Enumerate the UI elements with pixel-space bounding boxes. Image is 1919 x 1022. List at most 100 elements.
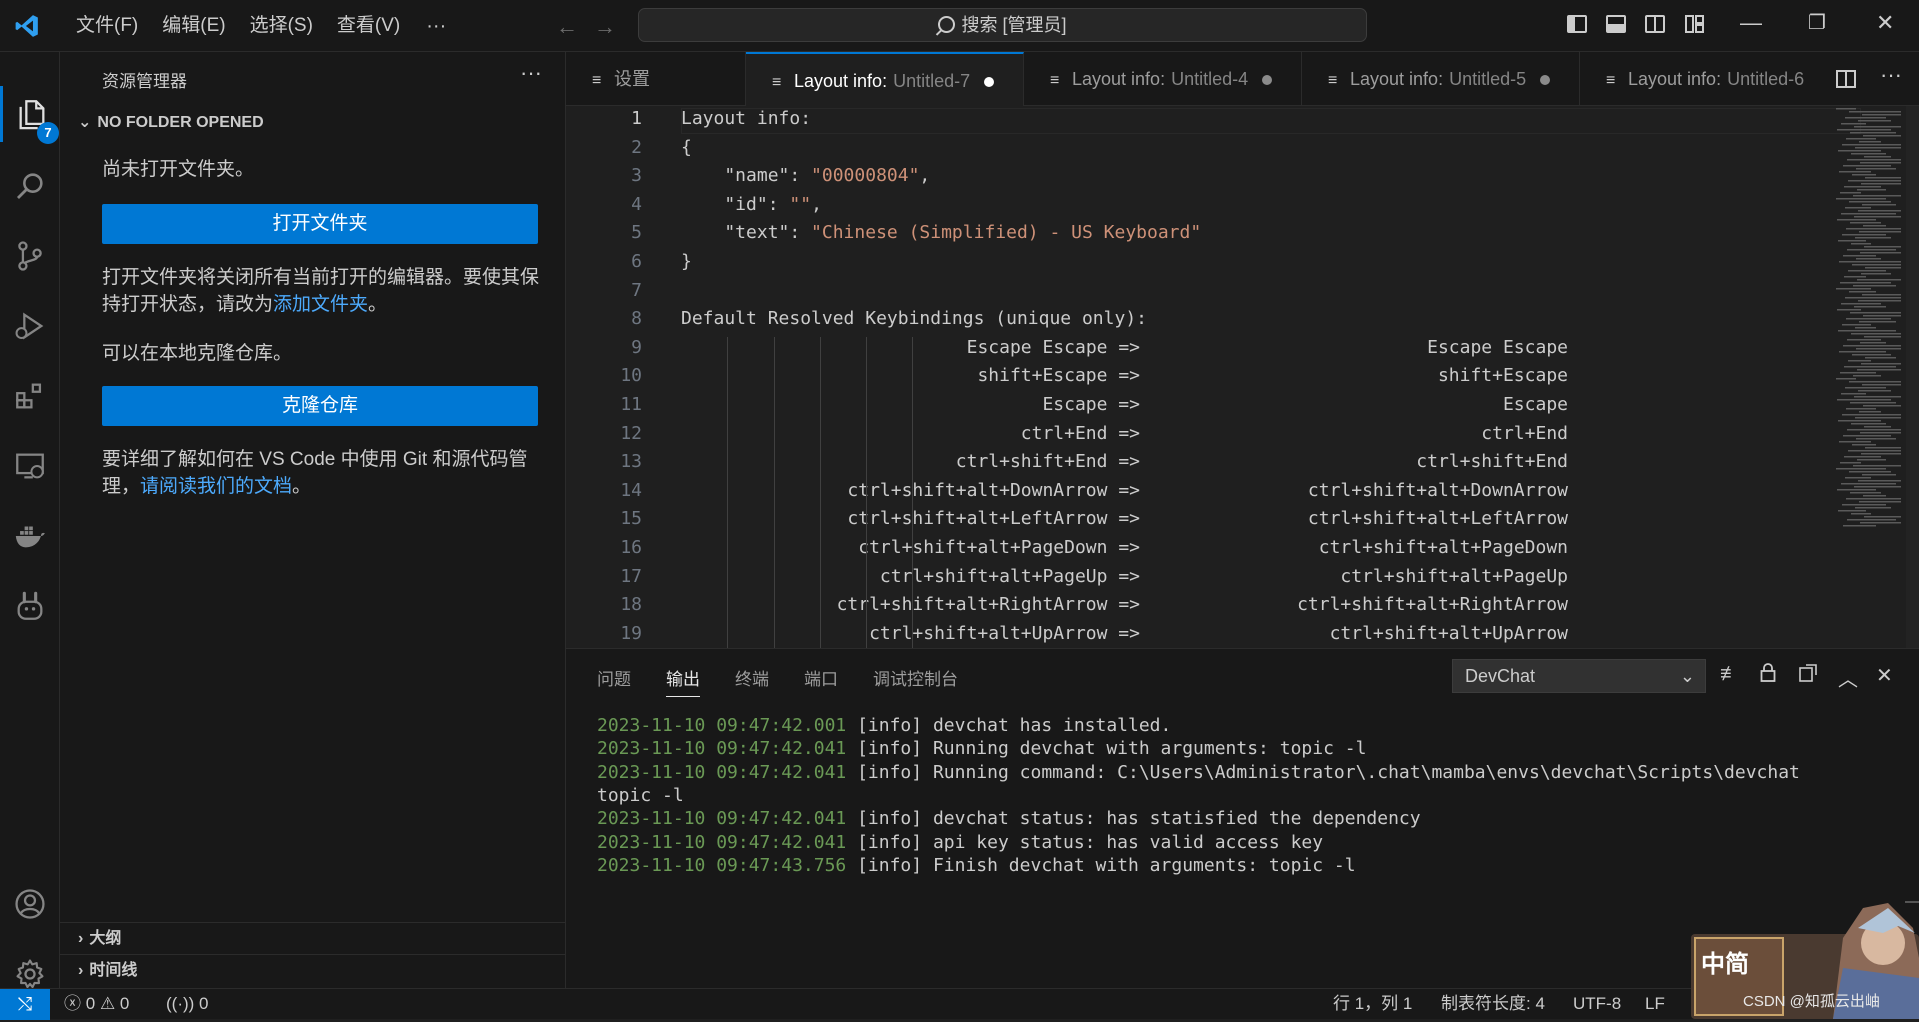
settings-file-icon: ≡ [592, 72, 602, 89]
keybinding-resolved: ctrl+shift+alt+PageUp [1340, 565, 1568, 587]
menu-edit[interactable]: 编辑(E) [150, 0, 237, 52]
log-message: [info] Finish devchat with arguments: to… [846, 854, 1356, 876]
menu-file[interactable]: 文件(F) [64, 0, 150, 52]
editor-tab-bar: ≡ 设置 ≡ Layout info: Untitled-7 ≡ Layout info… [566, 52, 1919, 106]
more-actions-icon[interactable]: ··· [1880, 62, 1902, 88]
line-number: 13 [620, 451, 642, 473]
tab-ports[interactable]: 端口 [804, 665, 838, 690]
warning-icon: ⚠ [99, 994, 116, 1013]
editor-scrollbar[interactable] [1906, 106, 1919, 648]
read-docs-link[interactable]: 请阅读我们的文档 [140, 476, 292, 497]
keybinding-source: ctrl+shift+alt+PageDown => [858, 537, 1140, 558]
toggle-panel-icon[interactable] [1606, 15, 1626, 33]
unsaved-dot-icon[interactable] [1540, 75, 1551, 85]
timeline-label: 时间线 [89, 962, 138, 979]
lock-icon[interactable] [1760, 663, 1776, 689]
arrow-left-icon[interactable]: ← [556, 14, 578, 40]
search-view-icon[interactable] [0, 158, 60, 214]
tab-terminal[interactable]: 终端 [735, 665, 769, 690]
more-actions-icon[interactable]: ··· [520, 60, 542, 86]
clear-output-icon[interactable]: ≢ [1720, 663, 1740, 686]
timeline-section-header[interactable]: › 时间线 [60, 954, 566, 986]
cursor-position[interactable]: 行 1，列 1 [1333, 989, 1412, 1019]
maximize-panel-icon[interactable]: ︿ [1838, 663, 1858, 692]
unsaved-dot-icon[interactable] [984, 77, 995, 87]
ime-mode-label[interactable]: 中简 [1701, 944, 1749, 979]
log-message: [info] devchat status: has statisfied th… [846, 808, 1421, 830]
tab-untitled-6[interactable]: ≡ Layout info: Untitled-6 [1580, 52, 1820, 106]
close-editors-text: 打开文件夹将关闭所有当前打开的编辑器。要使其保持打开状态，请改为添加文件夹。 [102, 264, 542, 318]
remote-explorer-icon[interactable] [0, 438, 60, 494]
no-folder-text: 尚未打开文件夹。 [102, 159, 255, 180]
accounts-icon[interactable] [0, 876, 60, 932]
run-debug-icon[interactable] [0, 298, 60, 354]
file-icon: ≡ [1328, 72, 1338, 89]
add-folder-link[interactable]: 添加文件夹 [273, 294, 368, 315]
outline-label: 大纲 [89, 930, 122, 947]
tab-untitled-7[interactable]: ≡ Layout info: Untitled-7 [746, 52, 1024, 106]
tab-untitled-4[interactable]: ≡ Layout info: Untitled-4 [1024, 52, 1302, 106]
line-number: 14 [620, 479, 642, 501]
menu-selection[interactable]: 选择(S) [238, 0, 325, 52]
keybinding-resolved: Escape Escape [1427, 336, 1568, 358]
no-folder-section-header[interactable]: ⌄ NO FOLDER OPENED [78, 112, 264, 132]
end-of-line[interactable]: LF [1645, 989, 1665, 1019]
tab-size[interactable]: 制表符长度: 4 [1441, 989, 1545, 1019]
open-in-editor-icon[interactable] [1798, 663, 1818, 689]
minimap[interactable] [1796, 106, 1901, 648]
line-number: 11 [620, 394, 642, 415]
broadcast-icon: ((·)) [166, 994, 195, 1013]
tab-untitled-5[interactable]: ≡ Layout info: Untitled-5 [1302, 52, 1580, 106]
arrow-right-icon[interactable]: → [594, 14, 616, 40]
toggle-primary-sidebar-icon[interactable] [1567, 15, 1587, 33]
sidebar-title: 资源管理器 [102, 72, 187, 91]
json-string-value: "Chinese (Simplified) - US Keyboard" [811, 222, 1202, 244]
open-folder-button[interactable]: 打开文件夹 [102, 204, 538, 244]
log-timestamp: 2023-11-10 09:47:42.041 [597, 808, 847, 830]
explorer-icon[interactable]: 7 [0, 86, 60, 144]
encoding[interactable]: UTF-8 [1573, 989, 1621, 1019]
remote-indicator-icon[interactable]: ⤭ [0, 989, 50, 1020]
line-number: 18 [620, 594, 642, 616]
more-menus-icon[interactable]: ··· [412, 0, 460, 52]
minimize-icon[interactable]: — [1740, 10, 1762, 36]
tab-debug-console[interactable]: 调试控制台 [873, 665, 958, 690]
ports-status[interactable]: ((·)) 0 [166, 989, 209, 1019]
tab-label: Layout info: [794, 71, 888, 91]
clone-text: 可以在本地克隆仓库。 [102, 343, 293, 364]
devchat-icon[interactable] [0, 578, 60, 634]
code-line: { [681, 136, 692, 158]
output-channel-select[interactable]: DevChat ⌄ [1452, 659, 1706, 693]
keybinding-resolved: ctrl+shift+End [1416, 451, 1568, 473]
chevron-right-icon: › [78, 962, 84, 979]
clone-repository-button[interactable]: 克隆仓库 [102, 386, 538, 426]
search-icon [938, 16, 956, 33]
code-line: "name": "00000804", [681, 165, 930, 186]
tab-settings[interactable]: ≡ 设置 [566, 52, 746, 106]
source-control-icon[interactable] [0, 228, 60, 284]
keybinding-source: ctrl+End => [1020, 422, 1140, 444]
indent-guide [912, 336, 913, 648]
log-timestamp: 2023-11-10 09:47:42.041 [597, 831, 847, 853]
menu-view[interactable]: 查看(V) [325, 0, 412, 52]
tab-output[interactable]: 输出 [666, 665, 700, 697]
extensions-icon[interactable] [0, 368, 60, 424]
outline-section-header[interactable]: › 大纲 [60, 922, 566, 954]
restore-icon[interactable]: ❐ [1808, 10, 1826, 35]
line-number: 1 [631, 108, 642, 129]
keybinding-source: Escape => [1042, 394, 1140, 415]
command-center-search[interactable]: 搜索 [管理员] [638, 8, 1367, 42]
unsaved-dot-icon[interactable] [1262, 75, 1273, 85]
split-editor-icon[interactable] [1836, 70, 1856, 91]
period: 。 [368, 294, 388, 315]
toggle-secondary-sidebar-icon[interactable] [1645, 15, 1665, 33]
close-window-icon[interactable]: ✕ [1876, 10, 1894, 36]
tab-label: 设置 [614, 69, 650, 89]
close-panel-icon[interactable]: ✕ [1876, 663, 1893, 688]
tab-problems[interactable]: 问题 [597, 665, 631, 690]
docker-icon[interactable] [0, 508, 60, 564]
customize-layout-icon[interactable] [1685, 15, 1705, 33]
log-message: [info] devchat has installed. [846, 715, 1172, 736]
code-editor[interactable]: 1 Layout info: 2 {3 "name": "00000804", 4 "i… [566, 106, 1919, 648]
problems-status[interactable]: ⓧ 0 ⚠ 0 [64, 989, 129, 1019]
